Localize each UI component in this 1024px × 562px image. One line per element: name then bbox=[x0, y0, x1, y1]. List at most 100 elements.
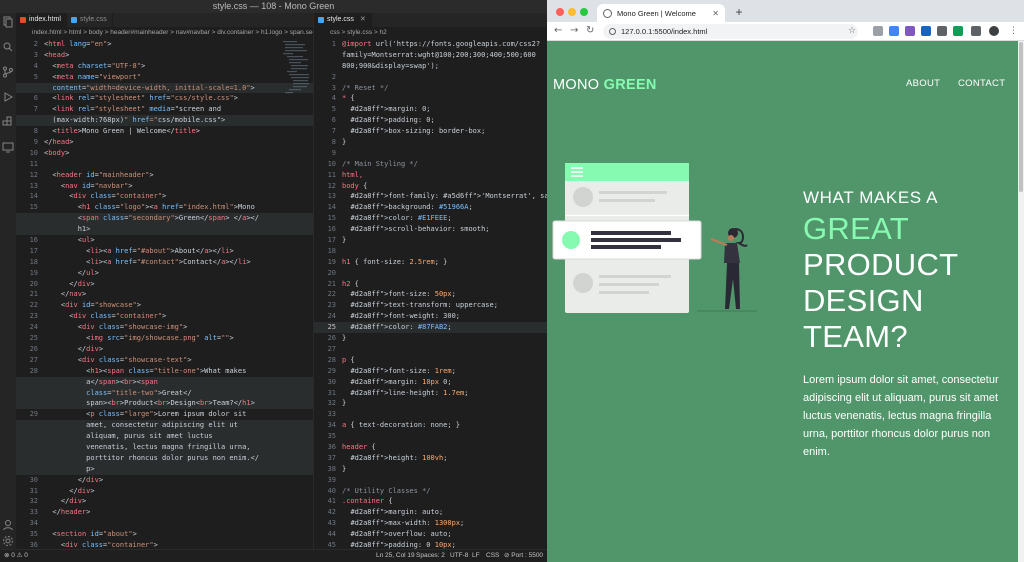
code-area[interactable]: 1 @import url('https://fonts.googleapis.c… bbox=[314, 39, 547, 549]
code-area[interactable]: 2 <html lang="en"> 3 <head> 4 <meta charset=… bbox=[16, 39, 313, 549]
tab-index-html[interactable]: index.html bbox=[16, 13, 67, 27]
code-line[interactable]: porttitor rhoncus dolor purus non enim.<… bbox=[16, 452, 313, 464]
code-line[interactable]: 13 <nav id="navbar"> bbox=[16, 181, 313, 192]
eol-status[interactable]: LF bbox=[472, 550, 480, 562]
code-line[interactable]: 28 <h1><span class="title-one">What make… bbox=[16, 366, 313, 377]
code-line[interactable]: 28 p { bbox=[314, 355, 547, 366]
code-line[interactable]: 19 </ul> bbox=[16, 268, 313, 279]
code-line[interactable]: 5 #d2a8ff">margin: 0; bbox=[314, 104, 547, 115]
code-line[interactable]: 34 bbox=[16, 518, 313, 529]
code-line[interactable]: 36 <div class="container"> bbox=[16, 540, 313, 549]
editor-style-css[interactable]: style.css ✕ css > style.css > h2 1 @impor… bbox=[314, 13, 547, 549]
code-line[interactable]: family=Montserrat:wght@100;200;300;400;5… bbox=[314, 50, 547, 61]
code-line[interactable]: 42 #d2a8ff">margin: auto; bbox=[314, 507, 547, 518]
browser-tab[interactable]: Mono Green | Welcome ✕ bbox=[597, 4, 725, 22]
cursor-position[interactable]: Ln 25, Col 19 bbox=[376, 550, 415, 562]
site-info-icon[interactable] bbox=[609, 28, 616, 35]
extension-icon[interactable] bbox=[921, 26, 931, 36]
explorer-icon[interactable] bbox=[2, 16, 14, 28]
code-line[interactable]: 16 <ul> bbox=[16, 235, 313, 246]
code-line[interactable]: 30 #d2a8ff">margin: 10px 0; bbox=[314, 377, 547, 388]
code-line[interactable]: 9 bbox=[314, 148, 547, 159]
code-line[interactable]: 8} bbox=[314, 137, 547, 148]
code-line[interactable]: 33 </header> bbox=[16, 507, 313, 518]
source-control-icon[interactable] bbox=[2, 66, 14, 78]
code-line[interactable]: 23 <div class="container"> bbox=[16, 311, 313, 322]
code-line[interactable]: (max-width:768px)" href="css/mobile.css"… bbox=[16, 115, 313, 127]
code-line[interactable]: 41 .container { bbox=[314, 496, 547, 507]
code-line[interactable]: 4 * { bbox=[314, 93, 547, 104]
code-line[interactable]: 32} bbox=[314, 398, 547, 409]
extension-icon[interactable] bbox=[905, 26, 915, 36]
code-line[interactable]: 40 /* Utility Classes */ bbox=[314, 486, 547, 497]
run-debug-icon[interactable] bbox=[2, 91, 14, 103]
tab-style-css[interactable]: style.css bbox=[67, 13, 113, 27]
code-line[interactable]: 24 #d2a8ff">font-weight: 300; bbox=[314, 311, 547, 322]
code-line[interactable]: 39 bbox=[314, 475, 547, 486]
language-status[interactable]: CSS bbox=[486, 550, 499, 562]
code-line[interactable]: a</span><br><span bbox=[16, 376, 313, 388]
code-line[interactable]: 800;900&display=swap'); bbox=[314, 61, 547, 72]
site-logo[interactable]: MONO GREEN bbox=[553, 77, 657, 93]
back-arrow-icon[interactable]: ← bbox=[554, 25, 562, 36]
account-icon[interactable] bbox=[2, 519, 14, 531]
code-line[interactable]: 29 <p class="large">Lorem ipsum dolor si… bbox=[16, 409, 313, 420]
code-line[interactable]: 31 </div> bbox=[16, 486, 313, 497]
settings-gear-icon[interactable] bbox=[2, 535, 14, 547]
code-line[interactable]: 26} bbox=[314, 333, 547, 344]
reload-icon[interactable]: ↻ bbox=[586, 25, 594, 36]
code-line[interactable]: 7 <link rel="stylesheet" media="screen a… bbox=[16, 104, 313, 115]
extensions-icon[interactable] bbox=[2, 116, 14, 128]
extension-icon[interactable] bbox=[937, 26, 947, 36]
code-line[interactable]: 38} bbox=[314, 464, 547, 475]
extension-icon[interactable] bbox=[889, 26, 899, 36]
new-tab-button[interactable]: + bbox=[731, 4, 747, 20]
code-line[interactable]: 4 <meta charset="UTF-8"> bbox=[16, 61, 313, 72]
code-line[interactable]: 26 </div> bbox=[16, 344, 313, 355]
code-line[interactable]: 25 #d2a8ff">color: #87FAB2; bbox=[314, 322, 547, 334]
extension-icon[interactable] bbox=[953, 26, 963, 36]
forward-arrow-icon[interactable]: → bbox=[570, 25, 578, 36]
code-line[interactable]: 15 #d2a8ff">color: #E1FEEE; bbox=[314, 213, 547, 224]
breadcrumb[interactable]: css > style.css > h2 bbox=[314, 27, 547, 38]
minimize-window-button[interactable] bbox=[568, 8, 576, 16]
code-line[interactable]: 11 bbox=[16, 159, 313, 170]
code-line[interactable]: 36 header { bbox=[314, 442, 547, 453]
code-line[interactable]: 14 <div class="container"> bbox=[16, 191, 313, 202]
code-line[interactable]: 23 #d2a8ff">text-transform: uppercase; bbox=[314, 300, 547, 311]
code-line[interactable]: 17 <li><a href="#about">About</a></li> bbox=[16, 246, 313, 257]
code-line[interactable]: 1 @import url('https://fonts.googleapis.c… bbox=[314, 39, 547, 50]
code-line[interactable]: 20 </div> bbox=[16, 279, 313, 290]
more-menu-icon[interactable]: ⋮ bbox=[1009, 26, 1018, 36]
close-window-button[interactable] bbox=[556, 8, 564, 16]
search-icon[interactable] bbox=[2, 41, 14, 53]
code-line[interactable]: 32 </div> bbox=[16, 496, 313, 507]
code-line[interactable]: 29 #d2a8ff">font-size: 1rem; bbox=[314, 366, 547, 377]
code-line[interactable]: 2 bbox=[314, 72, 547, 83]
zoom-window-button[interactable] bbox=[580, 8, 588, 16]
code-line[interactable]: 22 <div id="showcase"> bbox=[16, 300, 313, 311]
code-line[interactable]: 13 #d2a8ff">font-family: #a5d6ff">'Monts… bbox=[314, 191, 547, 202]
code-line[interactable]: span><br>Product<br>Design<br>Team?</h1> bbox=[16, 398, 313, 410]
page-scrollbar-thumb[interactable] bbox=[1019, 42, 1023, 192]
code-line[interactable]: 35 bbox=[314, 431, 547, 442]
code-line[interactable]: 12 body { bbox=[314, 181, 547, 192]
code-line[interactable]: 12 <header id="mainheader"> bbox=[16, 170, 313, 181]
code-line[interactable]: class="title-two">Great</ bbox=[16, 387, 313, 399]
code-line[interactable]: 2 <html lang="en"> bbox=[16, 39, 313, 50]
code-line[interactable]: aliquam, purus sit amet luctus bbox=[16, 431, 313, 442]
code-line[interactable]: 21 </nav> bbox=[16, 289, 313, 300]
code-line[interactable]: 45 #d2a8ff">padding: 0 10px; bbox=[314, 540, 547, 549]
code-line[interactable]: 14 #d2a8ff">background: #51966A; bbox=[314, 202, 547, 213]
code-line[interactable]: amet, consectetur adipiscing elit ut bbox=[16, 420, 313, 432]
code-line[interactable]: 27 bbox=[314, 344, 547, 355]
code-line[interactable]: 22 #d2a8ff">font-size: 50px; bbox=[314, 289, 547, 300]
code-line[interactable]: 35 <section id="about"> bbox=[16, 529, 313, 540]
address-bar[interactable]: 127.0.0.1:5500/index.html bbox=[603, 24, 858, 39]
code-line[interactable]: 11 html, bbox=[314, 170, 547, 181]
code-line[interactable]: 27 <div class="showcase-text"> bbox=[16, 355, 313, 366]
close-tab-icon[interactable]: ✕ bbox=[360, 13, 366, 27]
code-line[interactable]: 6 <link rel="stylesheet" href="css/style… bbox=[16, 93, 313, 104]
code-line[interactable]: 30 </div> bbox=[16, 475, 313, 486]
editor-index-html[interactable]: index.html style.css index.html > html >… bbox=[16, 13, 314, 549]
